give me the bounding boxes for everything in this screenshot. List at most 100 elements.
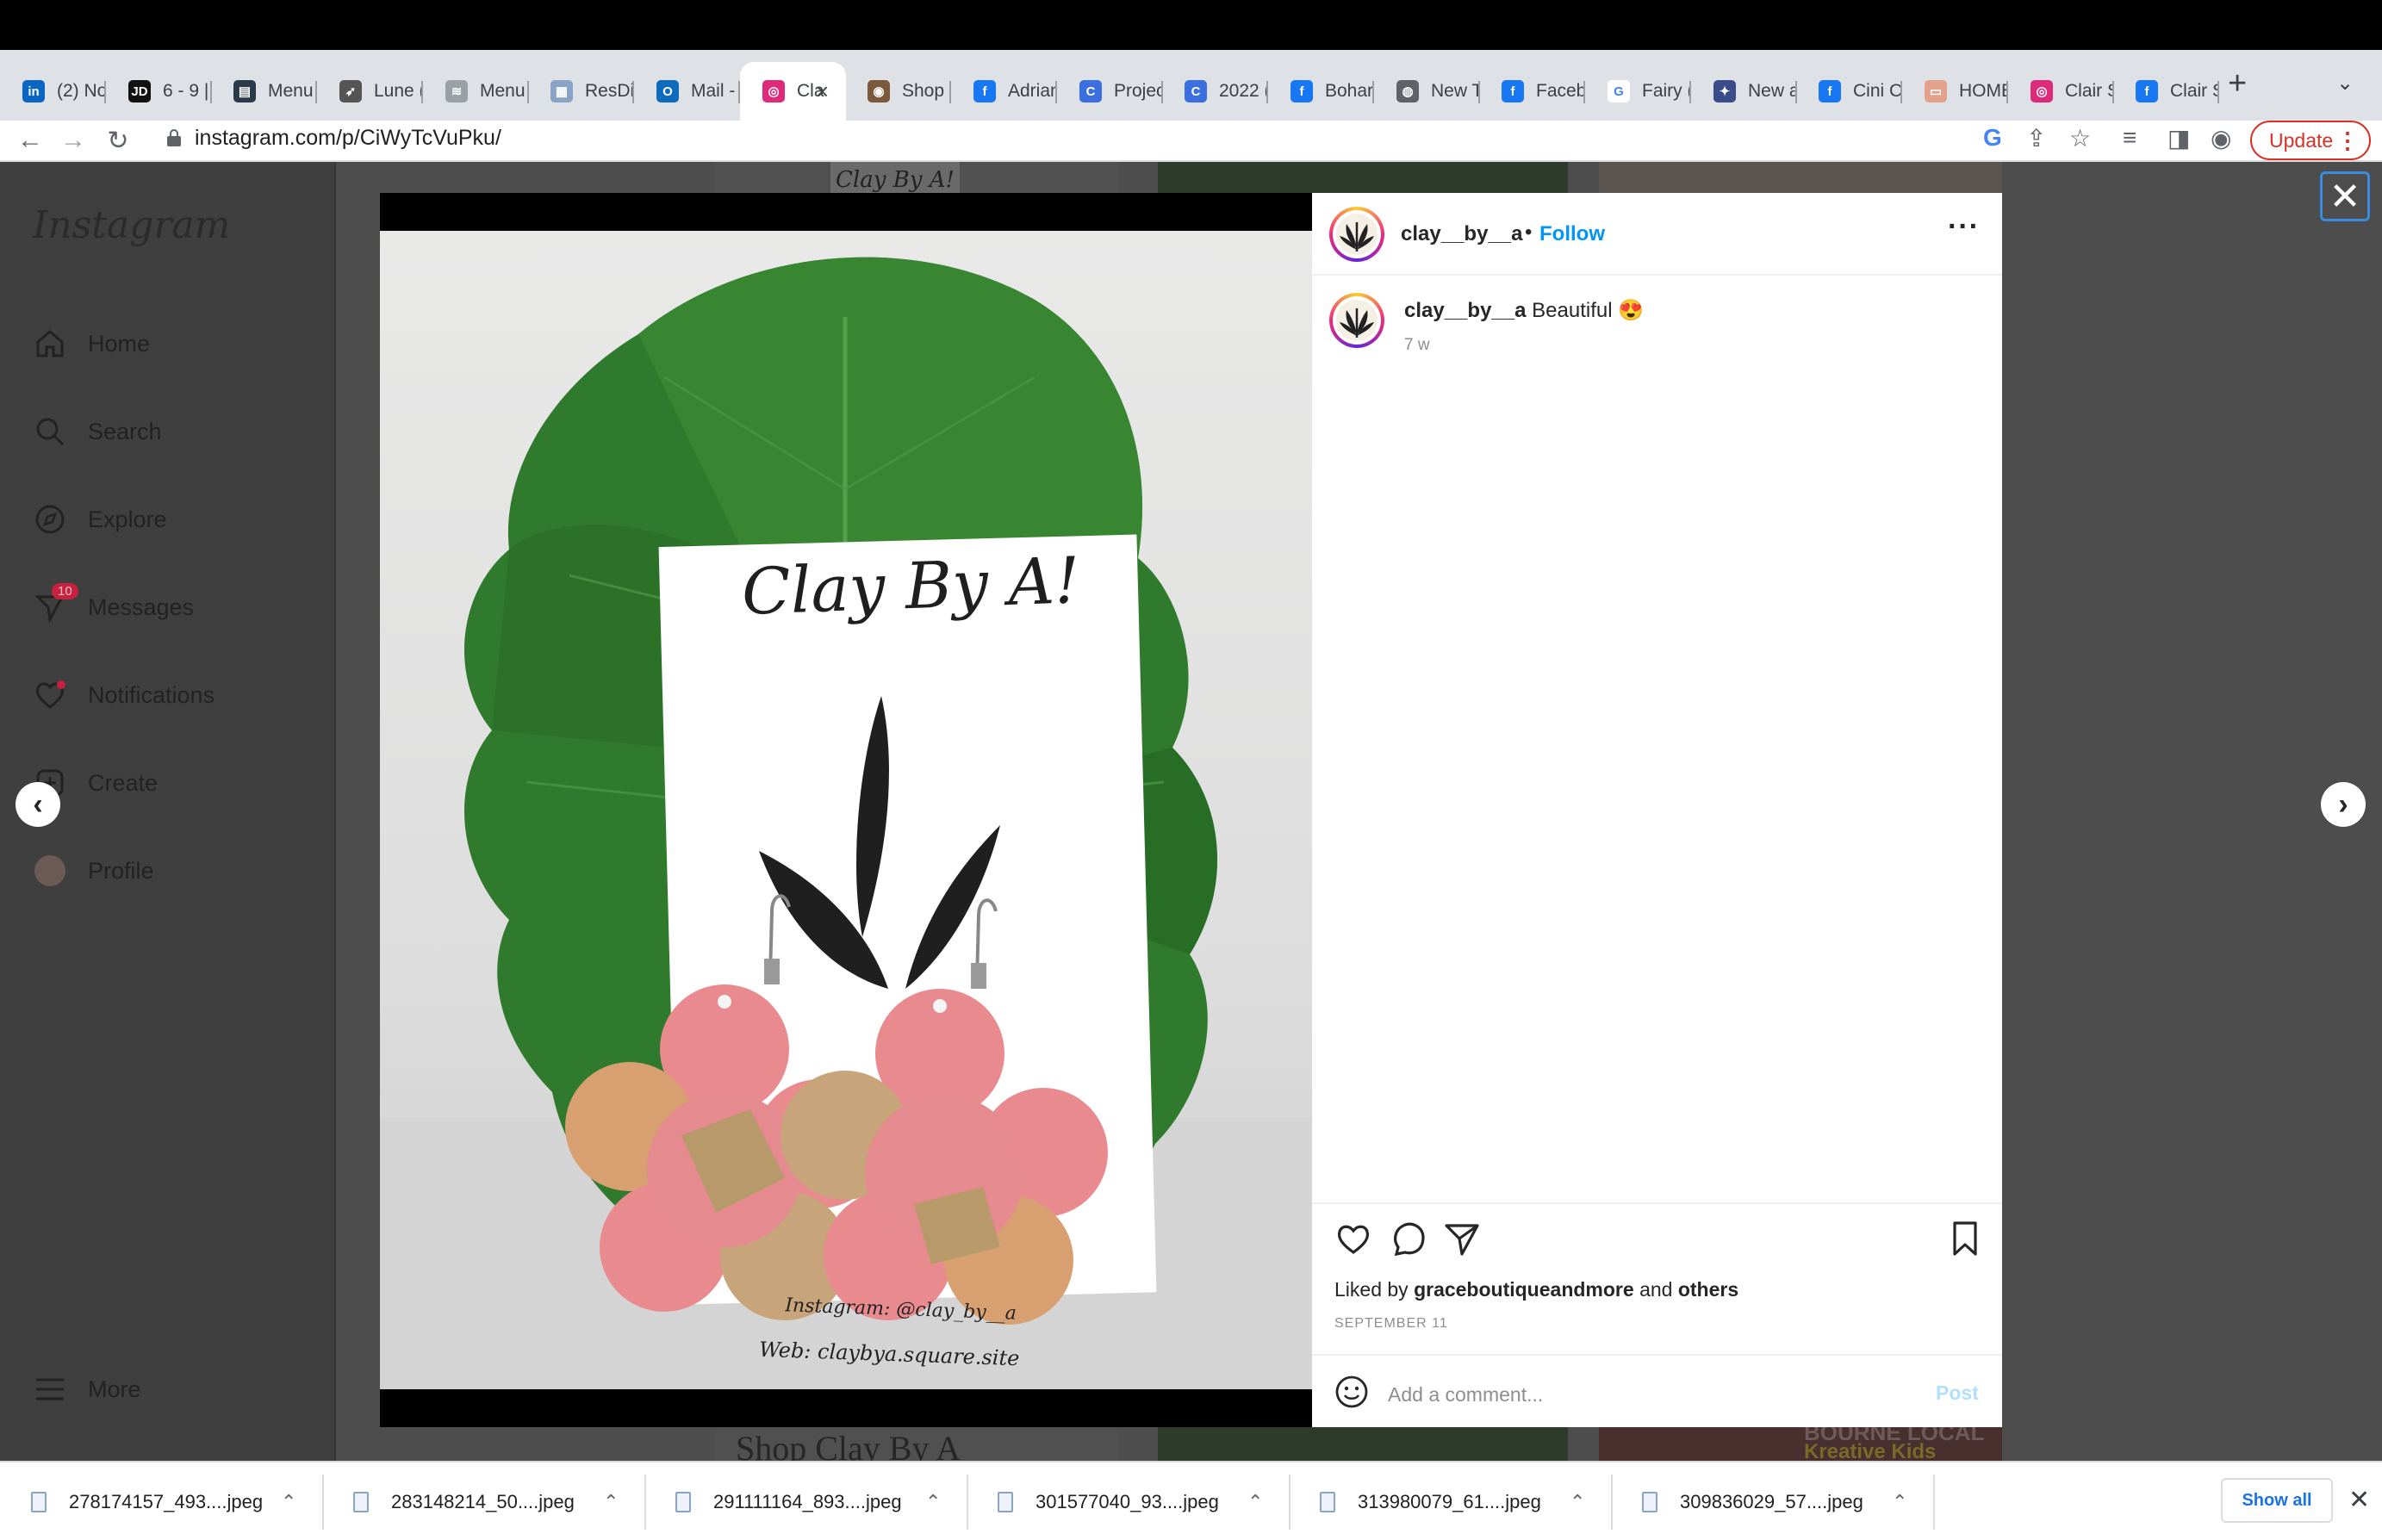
browser-tab[interactable]: JD 6 - 9 | [106,62,212,121]
tab-title: Mail - [691,81,736,101]
forward-button[interactable]: → [53,121,93,160]
close-downloads-bar-button[interactable]: ✕ [2348,1485,2370,1515]
more-options-icon[interactable]: ··· [1948,210,1980,244]
tab-title: Clair S [2170,81,2219,101]
wifi-icon: ≋ [445,80,468,102]
download-filename: 301577040_93....jpeg [1036,1491,1219,1512]
browser-tab[interactable]: ▤ Menu [211,62,317,121]
download-item[interactable]: 283148214_50....jpeg ⌃ [322,1462,644,1540]
side-panel-icon[interactable]: ◨ [2167,124,2190,152]
browser-tab[interactable]: C 2022 ( [1162,62,1268,121]
sidebar-item-explore[interactable]: Explore [33,496,167,543]
sidebar-item-more[interactable]: More [33,1366,141,1413]
bookmark-star-icon[interactable]: ☆ [2069,124,2091,152]
instagram-logo[interactable]: Instagram [33,203,230,247]
download-item[interactable]: 278174157_493....jpeg ⌃ [0,1462,322,1540]
browser-tab[interactable]: G Fairy ( [1585,62,1691,121]
back-button[interactable]: ← [10,121,50,160]
download-item[interactable]: 309836029_57....jpeg ⌃ [1611,1462,1933,1540]
close-modal-button[interactable]: ✕ [2320,171,2370,221]
browser-tab[interactable]: ◉ Shop / [845,62,951,121]
sidebar-item-search[interactable]: Search [33,408,162,455]
chevron-up-icon[interactable]: ⌃ [925,1491,941,1513]
browser-tab[interactable]: ≋ Menu [423,62,529,121]
card-title: Clay By A! [740,543,1082,630]
post-comment-button[interactable]: Post [1936,1382,1979,1405]
browser-tab[interactable]: f Faceb [1479,62,1585,121]
post-media[interactable]: Clay By A! Instagram: @clay_by__a Web: c… [380,193,1312,1427]
browser-tab[interactable]: ▭ HOME [1902,62,2008,121]
comment-input[interactable] [1388,1380,1870,1409]
chevron-up-icon[interactable]: ⌃ [1892,1491,1907,1513]
browser-tab[interactable]: O Mail - [634,62,740,121]
download-item[interactable]: 291111164_893....jpeg ⌃ [644,1462,967,1540]
liked-user[interactable]: graceboutiqueandmore [1414,1278,1634,1301]
browser-tab[interactable]: f Clair S [2113,62,2219,121]
profile-icon[interactable]: ◉ [2211,124,2231,152]
browser-tab[interactable]: C Projec [1057,62,1163,121]
next-post-button[interactable]: › [2321,782,2366,827]
new-tab-button[interactable]: + [2228,65,2247,102]
caption-avatar[interactable] [1329,293,1384,348]
browser-tab[interactable]: f Bohar [1268,62,1374,121]
update-button[interactable]: Update ⋮ [2250,121,2371,160]
download-item[interactable]: 301577040_93....jpeg ⌃ [967,1462,1289,1540]
lock-icon[interactable] [167,129,181,146]
update-label: Update [2269,128,2334,152]
sidebar-item-notifications[interactable]: Notifications [33,672,215,718]
leaf-logo-icon [1340,222,1374,251]
show-all-downloads-button[interactable]: Show all [2221,1478,2333,1523]
sidebar-item-home[interactable]: Home [33,320,150,367]
hamburger-icon [33,1372,67,1406]
close-tab-icon[interactable]: × [816,78,829,105]
post-age[interactable]: 7 w [1404,336,1430,355]
chevron-up-icon[interactable]: ⌃ [1570,1491,1585,1513]
reload-button[interactable]: ↻ [98,121,138,160]
sidebar-item-messages[interactable]: 10 Messages [33,583,195,630]
google-lens-icon[interactable]: G [1983,124,2002,152]
comment-icon[interactable] [1388,1218,1429,1259]
browser-tab[interactable]: f Adrian [951,62,1057,121]
sidebar-item-profile[interactable]: Profile [33,848,154,894]
browser-tab[interactable]: ✦ New a [1691,62,1797,121]
download-item[interactable]: 313980079_61....jpeg ⌃ [1289,1462,1611,1540]
caption-username[interactable]: clay__by__a [1404,299,1526,322]
browser-tab[interactable]: ◍ New T [1374,62,1480,121]
post-date[interactable]: SEPTEMBER 11 [1334,1316,1448,1332]
sidebar-item-label: Messages [88,593,195,620]
browser-tab[interactable]: in (2) No [0,62,106,121]
file-image-icon [1642,1492,1657,1512]
share-paper-plane-icon[interactable] [1441,1218,1483,1259]
browser-tab[interactable]: f Cini Cl [1796,62,1902,121]
emoji-icon[interactable] [1334,1375,1369,1409]
download-filename: 278174157_493....jpeg [69,1491,264,1512]
previous-post-button[interactable]: ‹ [16,782,60,827]
share-icon[interactable]: ⇪ [2026,124,2046,152]
browser-tab[interactable]: ➶ Lune ( [317,62,423,121]
tab-title: 2022 ( [1219,81,1268,101]
like-heart-icon[interactable] [1333,1218,1374,1259]
liked-others[interactable]: others [1678,1278,1738,1301]
reading-list-icon[interactable]: ≡ [2123,124,2136,152]
save-bookmark-icon[interactable] [1944,1218,1986,1259]
browser-toolbar: ← → ↻ instagram.com/p/CiWyTcVuPku/ G ⇪ ☆… [0,121,2382,160]
chevron-up-icon[interactable]: ⌃ [1247,1491,1263,1513]
author-username[interactable]: clay__by__a [1401,222,1522,246]
browser-tab[interactable]: ◎ Cla × [740,62,846,121]
tab-title: (2) No [57,81,106,101]
tab-search-button[interactable]: ⌄ [2336,71,2354,96]
tab-title: Cini Cl [1853,81,1902,101]
tab-strip: in (2) No JD 6 - 9 | ▤ Menu ➶ Lune (≋ Menu ▦ ResDi… [0,50,2382,121]
follow-button[interactable]: Follow [1539,222,1605,246]
background-shop-text: Shop Clay By A [736,1429,961,1461]
chevron-up-icon[interactable]: ⌃ [603,1491,619,1513]
tab-title: HOME [1959,81,2008,101]
background-card-label: Clay By A! [830,162,960,196]
browser-tab[interactable]: ◎ Clair S [2008,62,2114,121]
earrings-photo [380,257,1312,1389]
tab-title: Lune ( [374,81,423,101]
author-avatar[interactable] [1329,207,1384,262]
address-bar[interactable]: instagram.com/p/CiWyTcVuPku/ [195,126,501,151]
chevron-up-icon[interactable]: ⌃ [281,1491,296,1513]
browser-tab[interactable]: ▦ ResDi [528,62,634,121]
